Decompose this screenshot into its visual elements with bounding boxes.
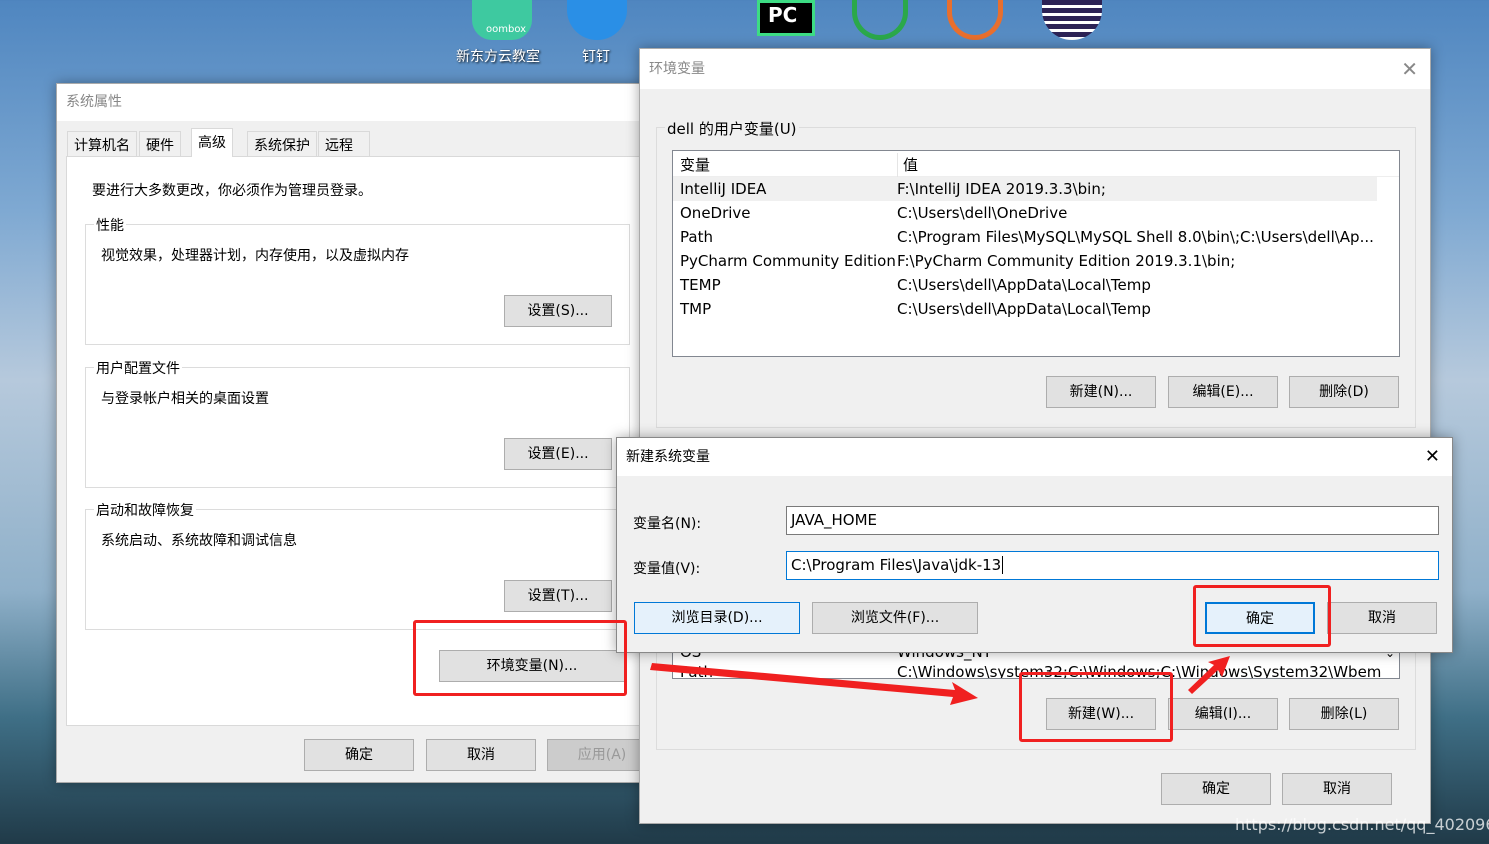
watermark: https://blog.csdn.net/qq_40209622: [1235, 815, 1489, 834]
arrow-to-new: [650, 663, 978, 705]
arrow-to-ok: [1188, 656, 1230, 694]
annotation-arrows: [650, 656, 1230, 705]
tab-advanced[interactable]: 高级: [191, 128, 233, 157]
